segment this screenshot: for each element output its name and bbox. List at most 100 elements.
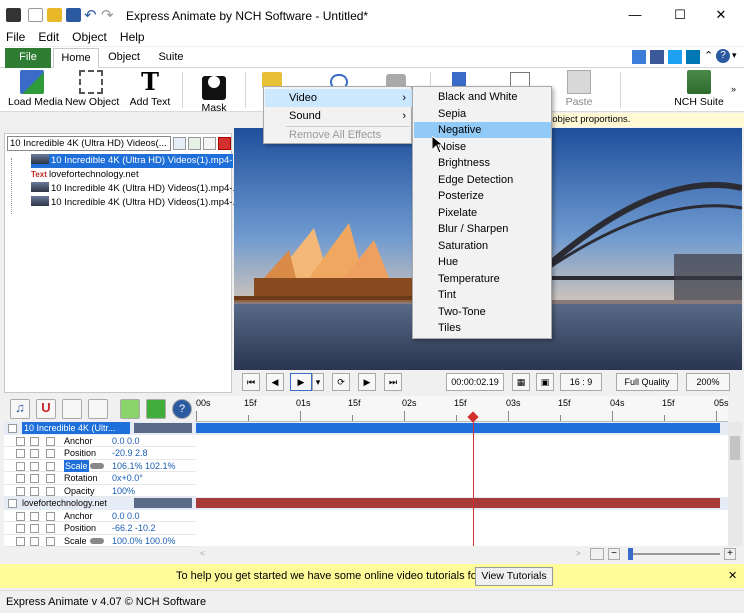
add-object-icon[interactable] <box>188 137 201 150</box>
checkbox[interactable] <box>16 474 25 483</box>
menu-item-tiles[interactable]: Tiles <box>414 320 551 336</box>
property-row[interactable]: Anchor 0.0 0.0 <box>4 435 728 447</box>
ribbon-more-icon[interactable]: » <box>731 84 736 94</box>
paste-button[interactable]: Paste <box>560 70 598 108</box>
time-display[interactable]: 00:00:02.19 <box>446 373 504 391</box>
tab-file[interactable]: File <box>5 48 51 68</box>
grid-icon[interactable]: ▦ <box>512 373 530 391</box>
menu-file[interactable]: File <box>0 30 30 44</box>
property-row[interactable]: Scale 106.1% 102.1% <box>4 459 728 472</box>
undo-icon[interactable]: ↶ <box>84 6 97 24</box>
property-row[interactable]: Rotation 0x+0.0° <box>4 472 728 485</box>
menu-help[interactable]: Help <box>115 30 150 44</box>
object-selector-combo[interactable]: 10 Incredible 4K (Ultra HD) Videos(... <box>7 136 171 151</box>
menu-item-brightness[interactable]: Brightness <box>414 155 551 171</box>
open-folder-icon[interactable] <box>47 8 62 22</box>
property-row[interactable]: Position -20.9 2.8 <box>4 447 728 460</box>
expand-icon[interactable] <box>46 474 55 483</box>
menu-item-two-tone[interactable]: Two-Tone <box>414 304 551 320</box>
link-icon[interactable] <box>90 462 104 469</box>
track-controls-icon[interactable] <box>134 498 192 508</box>
keyframe-toggle-icon[interactable] <box>30 436 39 446</box>
go-to-start-icon[interactable]: ⏮ <box>242 373 260 391</box>
track-clip-bar[interactable] <box>196 498 720 508</box>
close-hint-icon[interactable]: ✕ <box>728 569 737 582</box>
menu-item-sepia[interactable]: Sepia <box>414 106 551 122</box>
view-tutorials-button[interactable]: View Tutorials <box>475 567 553 586</box>
close-button[interactable]: ✕ <box>706 4 736 26</box>
checkbox[interactable] <box>16 536 25 546</box>
checkbox[interactable] <box>16 524 25 533</box>
new-object-button[interactable]: New Object <box>65 70 119 108</box>
keyframe-toggle-icon[interactable] <box>30 524 39 533</box>
keyframe-toggle-icon[interactable] <box>30 486 39 496</box>
tree-item[interactable]: 10 Incredible 4K (Ultra HD) Videos(1).mp… <box>31 196 240 210</box>
load-media-button[interactable]: Load Media <box>8 70 63 108</box>
keyframe-toggle-icon[interactable] <box>30 511 39 521</box>
checkbox[interactable] <box>16 449 25 458</box>
collapse-icon[interactable] <box>8 424 17 433</box>
add-text-button[interactable]: T Add Text <box>128 70 172 109</box>
keyframe-toggle-icon[interactable] <box>30 461 39 471</box>
property-row[interactable]: Opacity 100% <box>4 485 728 497</box>
checkbox[interactable] <box>16 436 25 446</box>
thumbs-up-icon[interactable] <box>632 50 646 64</box>
menu-item-pixelate[interactable]: Pixelate <box>414 205 551 221</box>
timeline-help-icon[interactable]: ? <box>172 399 192 419</box>
save-icon[interactable] <box>66 8 81 22</box>
step-back-icon[interactable]: ◀ <box>266 373 284 391</box>
duplicate-icon[interactable] <box>203 137 216 150</box>
track-clip-bar[interactable] <box>196 423 720 433</box>
tools-icon[interactable] <box>173 137 186 150</box>
nch-suite-button[interactable]: NCH Suite <box>674 70 724 108</box>
expand-icon[interactable] <box>46 449 55 458</box>
zoom-button[interactable]: 200% <box>686 373 730 391</box>
play-icon[interactable]: ▶ <box>290 373 312 391</box>
tab-suite[interactable]: Suite <box>152 48 190 68</box>
menu-item-video[interactable]: Video › <box>265 89 412 107</box>
track-header[interactable]: 10 Incredible 4K (Ultr... <box>4 422 728 435</box>
loop-icon[interactable]: ⟳ <box>332 373 350 391</box>
help-dropdown-icon[interactable]: ▾ <box>732 50 737 61</box>
zoom-out-icon[interactable]: − <box>608 548 620 560</box>
chevron-up-icon[interactable]: ⌃ <box>704 49 713 62</box>
music-icon[interactable]: ♫ <box>10 399 30 419</box>
tree-item[interactable]: 10 Incredible 4K (Ultra HD) Videos(1).mp… <box>31 154 240 168</box>
expand-icon[interactable] <box>46 461 55 471</box>
aspect-ratio-button[interactable]: 16 : 9 <box>560 373 602 391</box>
keyframe-icon[interactable] <box>88 399 108 419</box>
zoom-in-icon[interactable]: + <box>724 548 736 560</box>
timeline-ruler[interactable]: 00s 15f 01s 15f 02s 15f 03s 15f 04s 15f … <box>196 396 729 423</box>
safe-area-icon[interactable]: ▣ <box>536 373 554 391</box>
timeline-horizontal-scrollbar[interactable]: < > − + <box>196 546 742 562</box>
timeline-vertical-scrollbar[interactable] <box>728 422 742 546</box>
move-up-icon[interactable] <box>120 399 140 419</box>
menu-item-hue[interactable]: Hue <box>414 254 551 270</box>
collapse-icon[interactable] <box>8 499 17 508</box>
track-controls-icon[interactable] <box>134 423 192 433</box>
help-icon[interactable]: ? <box>716 49 730 63</box>
tree-item[interactable]: 10 Incredible 4K (Ultra HD) Videos(1).mp… <box>31 182 240 196</box>
tab-home[interactable]: Home <box>53 48 99 68</box>
quality-button[interactable]: Full Quality <box>616 373 678 391</box>
expand-icon[interactable] <box>46 511 55 521</box>
menu-item-temperature[interactable]: Temperature <box>414 271 551 287</box>
menu-item-edge-detection[interactable]: Edge Detection <box>414 172 551 188</box>
tab-object[interactable]: Object <box>104 48 144 68</box>
menu-item-posterize[interactable]: Posterize <box>414 188 551 204</box>
menu-item-blur-sharpen[interactable]: Blur / Sharpen <box>414 221 551 237</box>
new-file-icon[interactable] <box>28 8 43 22</box>
expand-icon[interactable] <box>46 524 55 533</box>
property-row[interactable]: Position -66.2 -10.2 <box>4 522 728 535</box>
expand-icon[interactable] <box>46 536 55 546</box>
menu-edit[interactable]: Edit <box>33 30 64 44</box>
play-options-dropdown-icon[interactable]: ▾ <box>312 373 324 391</box>
mask-button[interactable]: Mask <box>196 70 232 114</box>
menu-object[interactable]: Object <box>67 30 112 44</box>
tree-item[interactable]: Text lovefortechnology.net <box>31 168 139 182</box>
property-row[interactable]: Anchor 0.0 0.0 <box>4 510 728 522</box>
checkbox[interactable] <box>16 461 25 471</box>
step-forward-icon[interactable]: ▶ <box>358 373 376 391</box>
keyframe-toggle-icon[interactable] <box>30 449 39 458</box>
go-to-end-icon[interactable]: ⏭ <box>384 373 402 391</box>
